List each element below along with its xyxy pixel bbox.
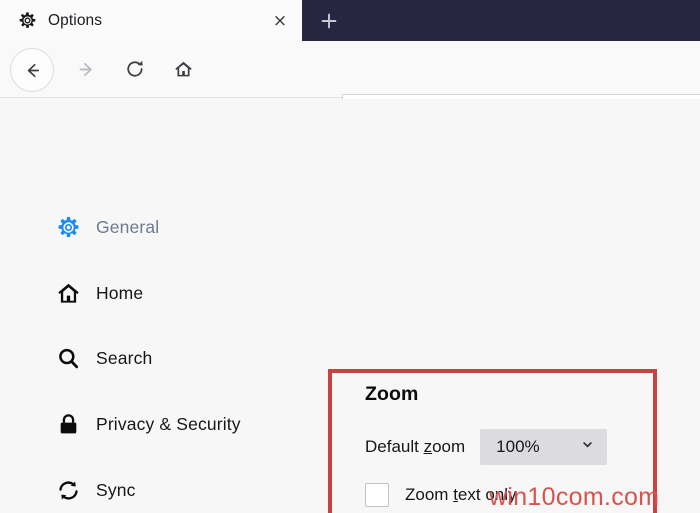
tab-strip-empty-area [302,0,700,41]
home-icon [55,280,81,306]
search-icon [55,345,81,371]
chevron-down-icon [580,437,595,457]
default-zoom-value: 100% [496,436,540,456]
navigation-toolbar: Nightly about:preferences [0,41,700,129]
new-tab-button[interactable] [315,7,342,34]
sidebar-item-sync[interactable]: Sync [55,469,136,511]
lock-icon [55,411,81,437]
sidebar-item-label: Privacy & Security [96,413,241,434]
sidebar-item-label: Search [96,347,153,368]
sync-icon [55,477,81,503]
default-zoom-select[interactable]: 100% [480,428,608,465]
sidebar-item-privacy-security[interactable]: Privacy & Security [55,403,241,445]
sidebar-item-label: Home [96,282,144,303]
forward-arrow-icon[interactable] [66,52,100,86]
tab-strip: Options × [0,0,700,41]
zoom-text-only-checkbox[interactable] [365,482,389,507]
sidebar-item-search[interactable]: Search [55,337,152,379]
watermark: win10com.com [489,483,660,511]
browser-tab-options[interactable]: Options [0,0,302,41]
gear-icon [18,11,37,30]
default-zoom-row: Default zoom 100% [365,428,645,465]
preferences-page: General Home Search Privacy & Security S… [0,99,700,513]
sidebar-item-label: General [96,216,160,237]
back-arrow-icon[interactable] [10,48,54,92]
zoom-section-heading: Zoom [365,383,419,405]
home-icon[interactable] [166,52,200,86]
reload-icon[interactable] [118,52,152,86]
sidebar-item-home[interactable]: Home [55,272,143,314]
tab-close-button[interactable]: × [268,9,292,33]
default-zoom-label: Default zoom [365,436,466,456]
gear-icon [55,214,81,240]
sidebar-item-general[interactable]: General [55,206,159,248]
tab-title: Options [48,11,103,29]
preferences-sidebar: General Home Search Privacy & Security S… [0,99,320,513]
sidebar-item-label: Sync [96,479,136,500]
